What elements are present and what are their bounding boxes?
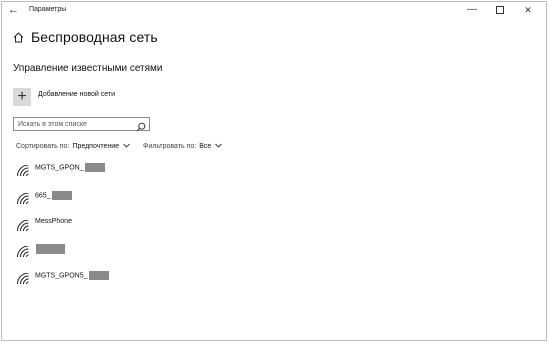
search-icon[interactable] — [136, 119, 146, 137]
plus-icon: + — [13, 88, 31, 106]
add-network-button[interactable]: + Добавление новой сети — [13, 88, 115, 106]
network-item[interactable]: MessPhone — [16, 215, 136, 235]
redaction-block — [84, 163, 105, 172]
sort-value: Предпочтение — [72, 143, 120, 150]
network-name-text: MGTS_GPON5_ — [35, 272, 88, 280]
close-button[interactable]: ✕ — [514, 2, 542, 18]
page-title: Беспроводная сеть — [31, 29, 158, 45]
network-name: MGTS_GPON_ — [35, 163, 105, 172]
window-title: Параметры — [29, 6, 67, 13]
wifi-icon — [16, 272, 30, 290]
search-input[interactable] — [18, 118, 133, 130]
minimize-icon: — — [467, 4, 477, 15]
wifi-icon — [16, 245, 30, 263]
network-name-text: 665_ — [35, 192, 51, 200]
sort-dropdown[interactable]: Сортировать по: Предпочтение — [16, 143, 130, 150]
search-box — [13, 117, 150, 132]
chevron-down-icon — [215, 143, 223, 150]
chevron-down-icon — [123, 143, 130, 150]
network-item[interactable] — [16, 241, 136, 261]
redaction-block — [51, 191, 72, 200]
add-network-label: Добавление новой сети — [38, 90, 116, 98]
page-header: Беспроводная сеть — [13, 29, 158, 45]
sort-label: Сортировать по: — [16, 143, 70, 150]
minimize-button[interactable]: — — [458, 2, 486, 18]
network-item[interactable]: 665_ — [16, 188, 136, 208]
section-title: Управление известными сетями — [13, 63, 163, 74]
network-name: MessPhone — [35, 218, 72, 225]
maximize-button[interactable] — [486, 2, 514, 18]
title-bar: ← Параметры — ✕ — [2, 2, 546, 18]
network-name-text: MessPhone — [35, 218, 72, 225]
network-name — [35, 244, 65, 254]
filter-dropdown[interactable]: Фильтровать по: Все — [143, 143, 223, 150]
wifi-icon — [16, 164, 30, 182]
network-name-text: MGTS_GPON_ — [35, 164, 84, 172]
wifi-icon — [16, 192, 30, 210]
maximize-icon — [496, 6, 504, 14]
network-name: MGTS_GPON5_ — [35, 271, 109, 280]
wifi-icon — [16, 219, 30, 237]
settings-window: ← Параметры — ✕ Беспроводная сеть Управл… — [1, 1, 547, 341]
redaction-block — [36, 244, 65, 254]
close-icon: ✕ — [524, 4, 532, 15]
window-controls: — ✕ — [458, 2, 542, 18]
home-icon — [13, 31, 24, 43]
network-name: 665_ — [35, 191, 72, 200]
network-item[interactable]: MGTS_GPON_ — [16, 160, 136, 180]
redaction-block — [88, 271, 109, 280]
network-item[interactable]: MGTS_GPON5_ — [16, 268, 136, 288]
filter-value: Все — [199, 143, 212, 150]
filter-label: Фильтровать по: — [143, 143, 197, 150]
back-arrow-icon[interactable]: ← — [8, 3, 19, 17]
